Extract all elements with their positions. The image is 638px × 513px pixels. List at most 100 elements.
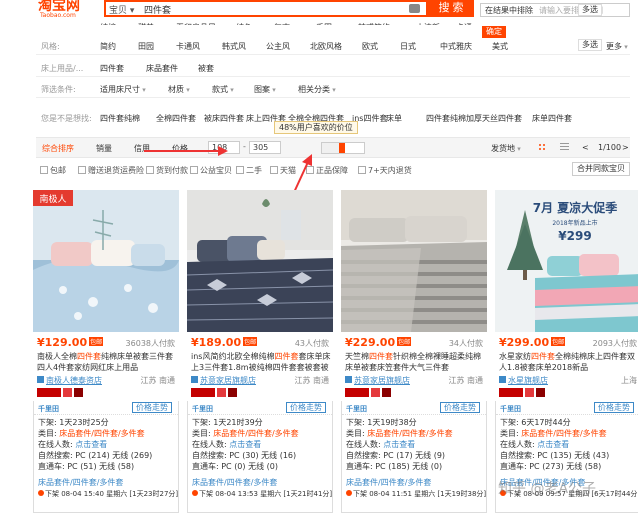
filter-label: 床上用品/... xyxy=(41,64,84,73)
bedding-option[interactable]: 被套 xyxy=(198,63,214,74)
product-card[interactable]: ¥189.00 包邮 43人付款 ins风简约北欧全棉纯棉四件套套床单床上3三件套… xyxy=(187,190,333,513)
partial-option[interactable]: 无印良品风 xyxy=(176,22,216,25)
category-link: 床品套件/四件套/多件套 xyxy=(346,478,432,487)
style-option[interactable]: 简约 xyxy=(100,41,116,52)
suggest-option[interactable]: 四件套纯棉 xyxy=(100,113,140,124)
checkbox-icon xyxy=(40,166,48,174)
product-card[interactable]: 7月 夏凉大促季 2018年新品上市 ¥299 ¥299.00 包邮 2093人付… xyxy=(495,190,638,513)
shop-link[interactable]: 南极人德泰资店 xyxy=(37,375,102,386)
bedding-option[interactable]: 四件套 xyxy=(100,63,124,74)
qianniu-icon[interactable]: 千里田 xyxy=(192,404,213,414)
style-option[interactable]: 日式 xyxy=(400,41,416,52)
filter-checkbox[interactable]: 二手 xyxy=(236,165,262,176)
condition-option[interactable]: 适用床尺寸 ▾ xyxy=(100,84,146,95)
filter-checkbox[interactable]: 包邮 xyxy=(40,165,66,176)
product-image[interactable] xyxy=(187,190,333,332)
category-link: 床品套件/四件套/多件套 xyxy=(192,478,278,487)
sort-default[interactable]: 综合排序 xyxy=(42,143,74,154)
suggest-option[interactable]: 床单四件套 xyxy=(532,113,572,124)
style-option[interactable]: 北欧风格 xyxy=(310,41,342,52)
style-option[interactable]: 田园 xyxy=(138,41,154,52)
suggest-option[interactable]: 全棉四件套 xyxy=(156,113,196,124)
condition-option[interactable]: 图案 ▾ xyxy=(254,84,276,95)
filter-row-conditions: 筛选条件: 适用床尺寸 ▾ 材质 ▾ 款式 ▾ 图案 ▾ 相关分类 ▾ xyxy=(36,79,630,98)
product-image[interactable] xyxy=(341,190,487,332)
prev-page[interactable]: < xyxy=(582,143,589,152)
grid-view-icon[interactable] xyxy=(538,143,547,152)
suggest-option[interactable]: 四件套纯棉加厚 xyxy=(426,113,482,124)
price-trend-button[interactable]: 价格走势 xyxy=(132,402,172,413)
condition-option[interactable]: 相关分类 ▾ xyxy=(298,84,336,95)
partial-option[interactable]: 纯棉 xyxy=(100,22,116,25)
style-option[interactable]: 卡通风 xyxy=(176,41,200,52)
price-max-input[interactable]: 305 xyxy=(249,141,281,154)
product-title[interactable]: 水星家纺四件套全棉纯棉床上四件套双人1.8被套床单2018新品 xyxy=(499,351,638,373)
camera-icon[interactable] xyxy=(409,4,420,13)
partial-option[interactable]: 甜美 xyxy=(138,22,154,25)
suggest-option[interactable]: 床单 xyxy=(386,113,402,124)
badges xyxy=(37,388,85,398)
qianniu-icon[interactable]: 千里田 xyxy=(500,404,521,414)
condition-option[interactable]: 材质 ▾ xyxy=(168,84,190,95)
product-image[interactable]: 南极人 xyxy=(33,190,179,332)
product-title[interactable]: 天竺棉四件套针织棉全棉裸睡超柔纯棉床单被套床笠套件大气三件套 xyxy=(345,351,485,373)
product-title[interactable]: ins风简约北欧全棉纯棉四件套套床单床上3三件套1.8m被纯棉四件套套被套被单 xyxy=(191,351,331,373)
search-scope-select[interactable]: 宝贝 ▾ xyxy=(109,3,134,16)
badge-icon xyxy=(191,388,215,397)
delist-time: 下架: 6天17时44分 xyxy=(500,418,571,427)
shop-icon xyxy=(37,376,44,383)
multi-select-button[interactable]: 多选 xyxy=(578,39,602,51)
slider-knob[interactable] xyxy=(339,143,346,153)
qianniu-icon[interactable]: 千里田 xyxy=(38,404,59,414)
product-card[interactable]: 南极人 ¥129.00 包邮 36038人付款 南极人全棉四件套纯棉床单被套三件套… xyxy=(33,190,179,513)
partial-option[interactable]: 小清新 xyxy=(416,22,440,25)
partial-option[interactable]: 韩式简约 xyxy=(358,22,390,25)
next-page[interactable]: > xyxy=(622,143,629,152)
filter-checkbox[interactable]: 公益宝贝 xyxy=(190,165,232,176)
price-slider[interactable] xyxy=(321,142,365,154)
price-trend-button[interactable]: 价格走势 xyxy=(594,402,634,413)
partial-filter-row: 纯棉 甜美 无印良品风 纯色 复古 禾田 韩式简约 小清新 卡通 xyxy=(36,17,630,25)
filter-checkbox[interactable]: 货到付款 xyxy=(146,165,188,176)
promo-sub: 2018年新品上市 xyxy=(552,219,597,227)
partial-option[interactable]: 卡通 xyxy=(456,22,472,25)
more-button[interactable]: 更多 ▾ xyxy=(606,41,628,52)
price-trend-button[interactable]: 价格走势 xyxy=(286,402,326,413)
product-image[interactable]: 7月 夏凉大促季 2018年新品上市 ¥299 xyxy=(495,190,638,332)
shop-link[interactable]: 苏意家居旗舰店 xyxy=(191,375,256,386)
suggest-option[interactable]: 天丝四件套 xyxy=(482,113,522,124)
partial-option[interactable]: 纯色 xyxy=(236,22,252,25)
price-trend-button[interactable]: 价格走势 xyxy=(440,402,480,413)
search-box[interactable]: 宝贝 ▾ 四件套 xyxy=(104,0,428,17)
product-card[interactable]: ¥229.00 包邮 34人付款 天竺棉四件套针织棉全棉裸睡超柔纯棉床单被套床笠套… xyxy=(341,190,487,513)
confirm-button[interactable]: 确定 xyxy=(482,26,506,38)
search-input[interactable]: 四件套 xyxy=(144,3,171,16)
ship-from-select[interactable]: 发货地 ▾ xyxy=(491,143,521,154)
filter-checkbox[interactable]: 7+天内退货 xyxy=(358,165,412,176)
style-option[interactable]: 中式雅庆 xyxy=(440,41,472,52)
style-option[interactable]: 美式 xyxy=(492,41,508,52)
qianniu-icon[interactable]: 千里田 xyxy=(346,404,367,414)
merge-same-button[interactable]: 合并同款宝贝 xyxy=(572,162,630,176)
filter-row-style: 风格: 多选 更多 ▾ 简约 田园 卡通风 韩式风 公主风 北欧风格 欧式 日式 中式雅庆 美式 xyxy=(36,36,630,55)
bedding-option[interactable]: 床品套件 xyxy=(146,63,178,74)
product-title[interactable]: 南极人全棉四件套纯棉床单被套三件套四人4件套家纺网红床上用品 xyxy=(37,351,177,373)
shop-link[interactable]: 苏意家居旗舰店 xyxy=(345,375,410,386)
partial-option[interactable]: 禾田 xyxy=(316,22,332,25)
filter-checkbox[interactable]: 赠送退货运费险 xyxy=(78,165,144,176)
location: 江苏 南通 xyxy=(140,376,175,385)
list-view-icon[interactable] xyxy=(560,143,569,152)
suggest-option[interactable]: 被床四件套 xyxy=(204,113,244,124)
partial-option[interactable]: 复古 xyxy=(274,22,290,25)
style-option[interactable]: 公主风 xyxy=(266,41,290,52)
multi-select-button-top[interactable]: 多选 xyxy=(578,4,602,16)
exclude-filter[interactable]: 在结果中排除 请输入要排除的词 xyxy=(480,3,630,17)
sort-sales[interactable]: 销量 xyxy=(96,143,112,154)
style-option[interactable]: 欧式 xyxy=(362,41,378,52)
search-button[interactable]: 搜 索 xyxy=(428,0,474,17)
style-option[interactable]: 韩式风 xyxy=(222,41,246,52)
condition-option[interactable]: 款式 ▾ xyxy=(212,84,234,95)
shop-icon xyxy=(345,376,352,383)
shop-link[interactable]: 水星旗舰店 xyxy=(499,375,548,386)
sales-count: 36038人付款 xyxy=(125,339,175,348)
